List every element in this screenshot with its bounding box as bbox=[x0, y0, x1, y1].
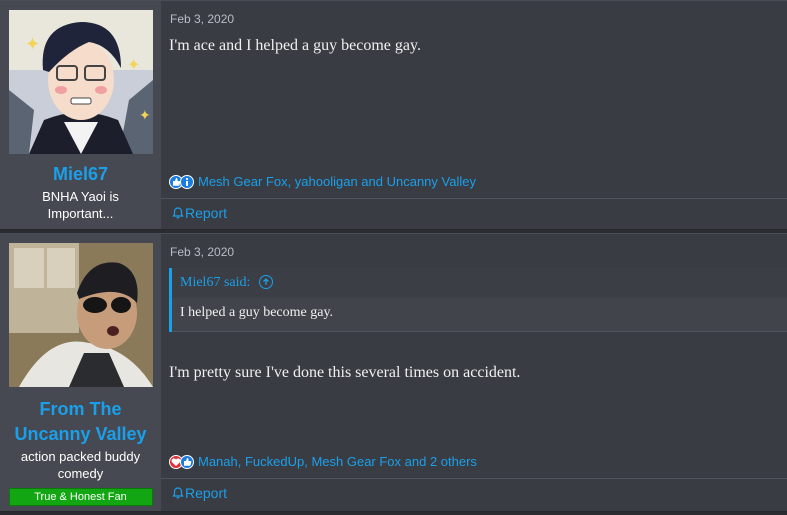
quote-text: I helped a guy become gay. bbox=[172, 298, 787, 332]
reaction-icons bbox=[169, 454, 194, 469]
report-button[interactable]: Report bbox=[171, 205, 227, 221]
post-date[interactable]: Feb 3, 2020 bbox=[170, 12, 234, 26]
reactions-bar[interactable]: Mesh Gear Fox, yahooligan and Uncanny Va… bbox=[169, 174, 476, 189]
quote-author[interactable]: Miel67 said: bbox=[180, 275, 250, 290]
reactions-bar[interactable]: Manah, FuckedUp, Mesh Gear Fox and 2 oth… bbox=[169, 454, 477, 469]
post-footer: Report bbox=[161, 198, 787, 229]
post-1: ✦ ✦ ✦ Miel67 BNHA Yaoi is Important... F… bbox=[0, 0, 787, 230]
bell-icon bbox=[172, 207, 184, 219]
info-icon bbox=[180, 174, 194, 189]
post-message: I'm ace and I helped a guy become gay. bbox=[169, 37, 421, 54]
avatar[interactable]: ✦ ✦ ✦ bbox=[8, 10, 153, 154]
report-label: Report bbox=[185, 485, 228, 501]
user-info: ✦ ✦ ✦ Miel67 BNHA Yaoi is Important... bbox=[0, 1, 161, 229]
post-2: From The Uncanny Valley action packed bu… bbox=[0, 233, 787, 512]
post-main: Feb 3, 2020 Miel67 said: I helped a guy … bbox=[161, 234, 787, 511]
reactions-text[interactable]: Mesh Gear Fox, yahooligan and Uncanny Va… bbox=[198, 174, 476, 189]
report-button[interactable]: Report bbox=[171, 485, 227, 501]
reaction-icons bbox=[169, 174, 194, 189]
arrow-up-circle-icon[interactable] bbox=[258, 274, 273, 289]
svg-text:✦: ✦ bbox=[127, 55, 140, 74]
post-footer: Report bbox=[161, 478, 787, 509]
anime-character-sunglasses-avatar bbox=[8, 243, 153, 387]
quote-header[interactable]: Miel67 said: bbox=[172, 268, 787, 298]
svg-text:✦: ✦ bbox=[25, 34, 40, 55]
report-label: Report bbox=[185, 205, 228, 221]
like-icon bbox=[180, 454, 194, 469]
user-banner: True & Honest Fan bbox=[8, 488, 153, 506]
reactions-text[interactable]: Manah, FuckedUp, Mesh Gear Fox and 2 oth… bbox=[198, 454, 477, 469]
post-message: I'm pretty sure I've done this several t… bbox=[169, 364, 521, 381]
avatar[interactable] bbox=[8, 243, 153, 387]
user-title: action packed buddy comedy bbox=[20, 449, 141, 481]
svg-text:✦: ✦ bbox=[139, 108, 151, 124]
user-info: From The Uncanny Valley action packed bu… bbox=[0, 234, 161, 511]
username[interactable]: From The Uncanny Valley bbox=[0, 397, 161, 447]
anime-character-glasses-avatar: ✦ ✦ ✦ bbox=[8, 10, 153, 154]
post-main: Feb 3, 2020 I'm ace and I helped a guy b… bbox=[161, 1, 787, 229]
bell-icon bbox=[172, 487, 184, 499]
user-title: BNHA Yaoi is Important... bbox=[42, 189, 119, 221]
username[interactable]: Miel67 bbox=[53, 162, 108, 187]
post-date[interactable]: Feb 3, 2020 bbox=[170, 245, 234, 259]
quote-block: Miel67 said: I helped a guy become gay. bbox=[169, 268, 787, 332]
